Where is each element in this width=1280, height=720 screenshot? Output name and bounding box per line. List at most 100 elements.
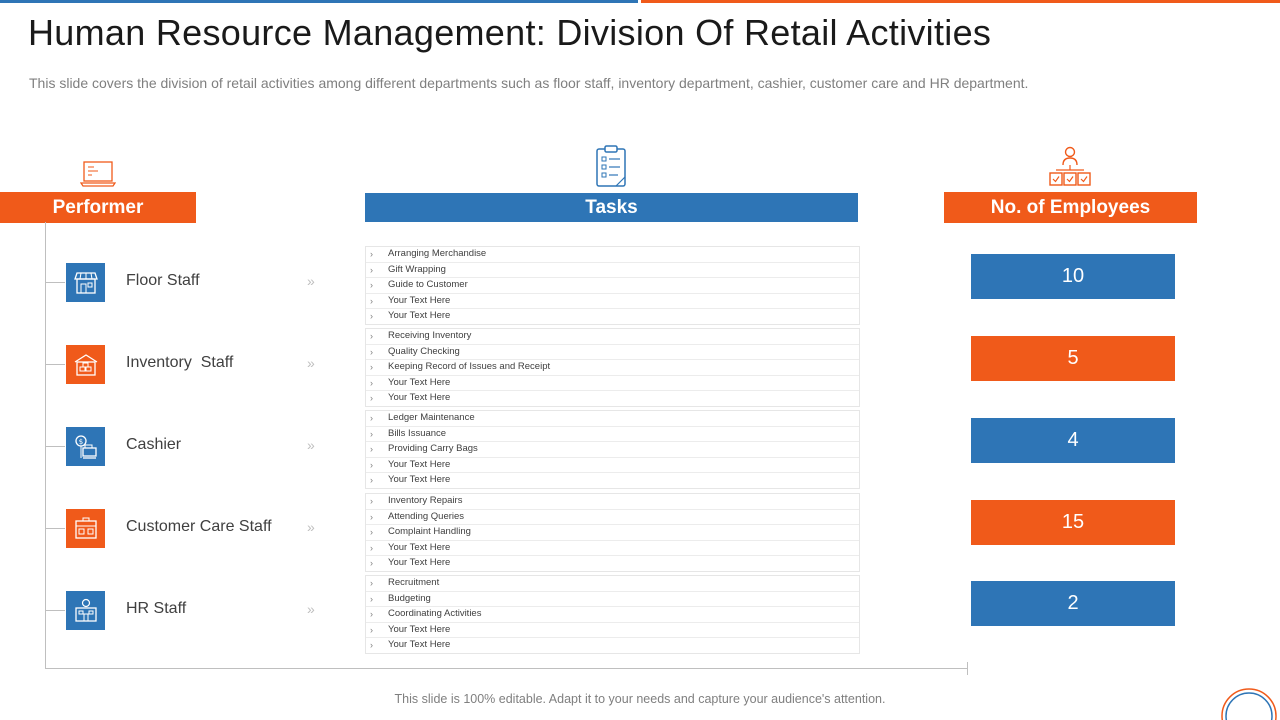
performer-row-cashier: $ Cashier » xyxy=(45,427,335,467)
chevron-right-icon: › xyxy=(370,362,373,373)
performer-label: Cashier xyxy=(126,436,182,453)
task-group-hr-staff: › Recruitment › Budgeting › Coordinating Ac… xyxy=(365,575,860,654)
slide-subtitle: This slide covers the division of retail… xyxy=(29,75,1029,91)
chevron-right-icon: › xyxy=(370,346,373,357)
task-item: › Your Text Here xyxy=(370,392,451,404)
employee-count-cashier: 4 xyxy=(971,418,1175,463)
double-chevron-right-icon: » xyxy=(307,519,315,535)
chevron-right-icon: › xyxy=(370,593,373,604)
task-item: › Your Text Here xyxy=(370,310,451,322)
chevron-right-icon: › xyxy=(370,331,373,341)
task-item: › Ledger Maintenance xyxy=(366,411,859,427)
chevron-right-icon: › xyxy=(370,640,373,651)
task-group-cashier: › Ledger Maintenance › Bills Issuance › Pro… xyxy=(365,410,860,489)
task-item: › Complaint Handling xyxy=(366,525,859,541)
tasks-header: Tasks xyxy=(365,193,858,222)
task-item: › Your Text Here xyxy=(366,376,859,392)
org-chart-icon xyxy=(1049,146,1091,186)
task-item: › Your Text Here xyxy=(370,474,451,486)
chevron-right-icon: › xyxy=(370,377,373,388)
chevron-right-icon: › xyxy=(370,459,373,470)
chevron-right-icon: › xyxy=(370,542,373,553)
performer-label: Floor Staff xyxy=(126,272,200,289)
employee-count-inventory-staff: 5 xyxy=(971,336,1175,381)
cash-counter-icon: $ xyxy=(66,427,105,466)
chevron-right-icon: › xyxy=(370,444,373,455)
chevron-right-icon: › xyxy=(370,264,373,275)
task-item: › Receiving Inventory xyxy=(366,329,859,345)
task-group-inventory-staff: › Receiving Inventory › Quality Checking ›… xyxy=(365,328,860,407)
row-connector xyxy=(45,528,65,529)
chevron-right-icon: › xyxy=(370,624,373,635)
task-item: › Gift Wrapping xyxy=(366,263,859,279)
svg-text:$: $ xyxy=(78,438,82,446)
employees-header: No. of Employees xyxy=(944,192,1197,223)
chevron-right-icon: › xyxy=(370,280,373,291)
performer-row-hr-staff: HR Staff » xyxy=(45,591,335,631)
employee-count-customer-care-staff: 15 xyxy=(971,500,1175,545)
chevron-right-icon: › xyxy=(370,428,373,439)
double-chevron-right-icon: » xyxy=(307,437,315,453)
task-group-floor-staff: › Arranging Merchandise › Gift Wrapping › G… xyxy=(365,246,860,325)
task-item: › Your Text Here xyxy=(370,639,451,651)
chevron-right-icon: › xyxy=(370,413,373,423)
chevron-right-icon: › xyxy=(370,295,373,306)
chevron-right-icon: › xyxy=(370,609,373,620)
task-item: › Your Text Here xyxy=(366,458,859,474)
double-chevron-right-icon: » xyxy=(307,355,315,371)
task-item: › Budgeting xyxy=(366,592,859,608)
performer-row-floor-staff: Floor Staff » xyxy=(45,263,335,303)
footer-note: This slide is 100% editable. Adapt it to… xyxy=(394,692,886,706)
corner-circle-decoration xyxy=(1221,688,1277,720)
task-group-customer-care-staff: › Inventory Repairs › Attending Queries › C… xyxy=(365,493,860,572)
task-item: › Attending Queries xyxy=(366,510,859,526)
frame-line-bottom xyxy=(45,668,967,669)
performer-header: Performer xyxy=(0,192,196,223)
slide-title: Human Resource Management: Division Of R… xyxy=(28,12,992,53)
task-item: › Inventory Repairs xyxy=(366,494,859,510)
chevron-right-icon: › xyxy=(370,393,373,404)
double-chevron-right-icon: » xyxy=(307,273,315,289)
task-item: › Your Text Here xyxy=(366,541,859,557)
chevron-right-icon: › xyxy=(370,475,373,486)
double-chevron-right-icon: » xyxy=(307,601,315,617)
chevron-right-icon: › xyxy=(370,578,373,588)
top-accent-bar-orange xyxy=(641,0,1280,3)
task-item: › Arranging Merchandise xyxy=(366,247,859,263)
service-desk-icon xyxy=(66,509,105,548)
chevron-right-icon: › xyxy=(370,249,373,259)
employee-count-floor-staff: 10 xyxy=(971,254,1175,299)
task-item: › Coordinating Activities xyxy=(366,607,859,623)
task-item: › Your Text Here xyxy=(366,294,859,310)
performer-label: Inventory Staff xyxy=(126,354,234,371)
laptop-icon xyxy=(80,161,116,187)
task-item: › Your Text Here xyxy=(366,623,859,639)
performer-label: HR Staff xyxy=(126,600,187,617)
row-connector xyxy=(45,446,65,447)
chevron-right-icon: › xyxy=(370,558,373,569)
chevron-right-icon: › xyxy=(370,527,373,538)
task-item: › Recruitment xyxy=(366,576,859,592)
office-building-icon xyxy=(66,591,105,630)
frame-tick xyxy=(967,662,968,675)
employee-count-hr-staff: 2 xyxy=(971,581,1175,626)
task-item: › Bills Issuance xyxy=(366,427,859,443)
row-connector xyxy=(45,610,65,611)
performer-row-customer-care-staff: Customer Care Staff » xyxy=(45,509,335,549)
performer-row-inventory-staff: Inventory Staff » xyxy=(45,345,335,385)
warehouse-icon xyxy=(66,345,105,384)
performer-label: Customer Care Staff xyxy=(126,518,272,535)
chevron-right-icon: › xyxy=(370,511,373,522)
task-item: › Providing Carry Bags xyxy=(366,442,859,458)
task-item: › Your Text Here xyxy=(370,557,451,569)
top-accent-bar-blue xyxy=(0,0,638,3)
row-connector xyxy=(45,282,65,283)
row-connector xyxy=(45,364,65,365)
task-item: › Guide to Customer xyxy=(366,278,859,294)
chevron-right-icon: › xyxy=(370,496,373,506)
chevron-right-icon: › xyxy=(370,311,373,322)
storefront-icon xyxy=(66,263,105,302)
clipboard-checklist-icon xyxy=(596,145,626,187)
task-item: › Quality Checking xyxy=(366,345,859,361)
task-item: › Keeping Record of Issues and Receipt xyxy=(366,360,859,376)
